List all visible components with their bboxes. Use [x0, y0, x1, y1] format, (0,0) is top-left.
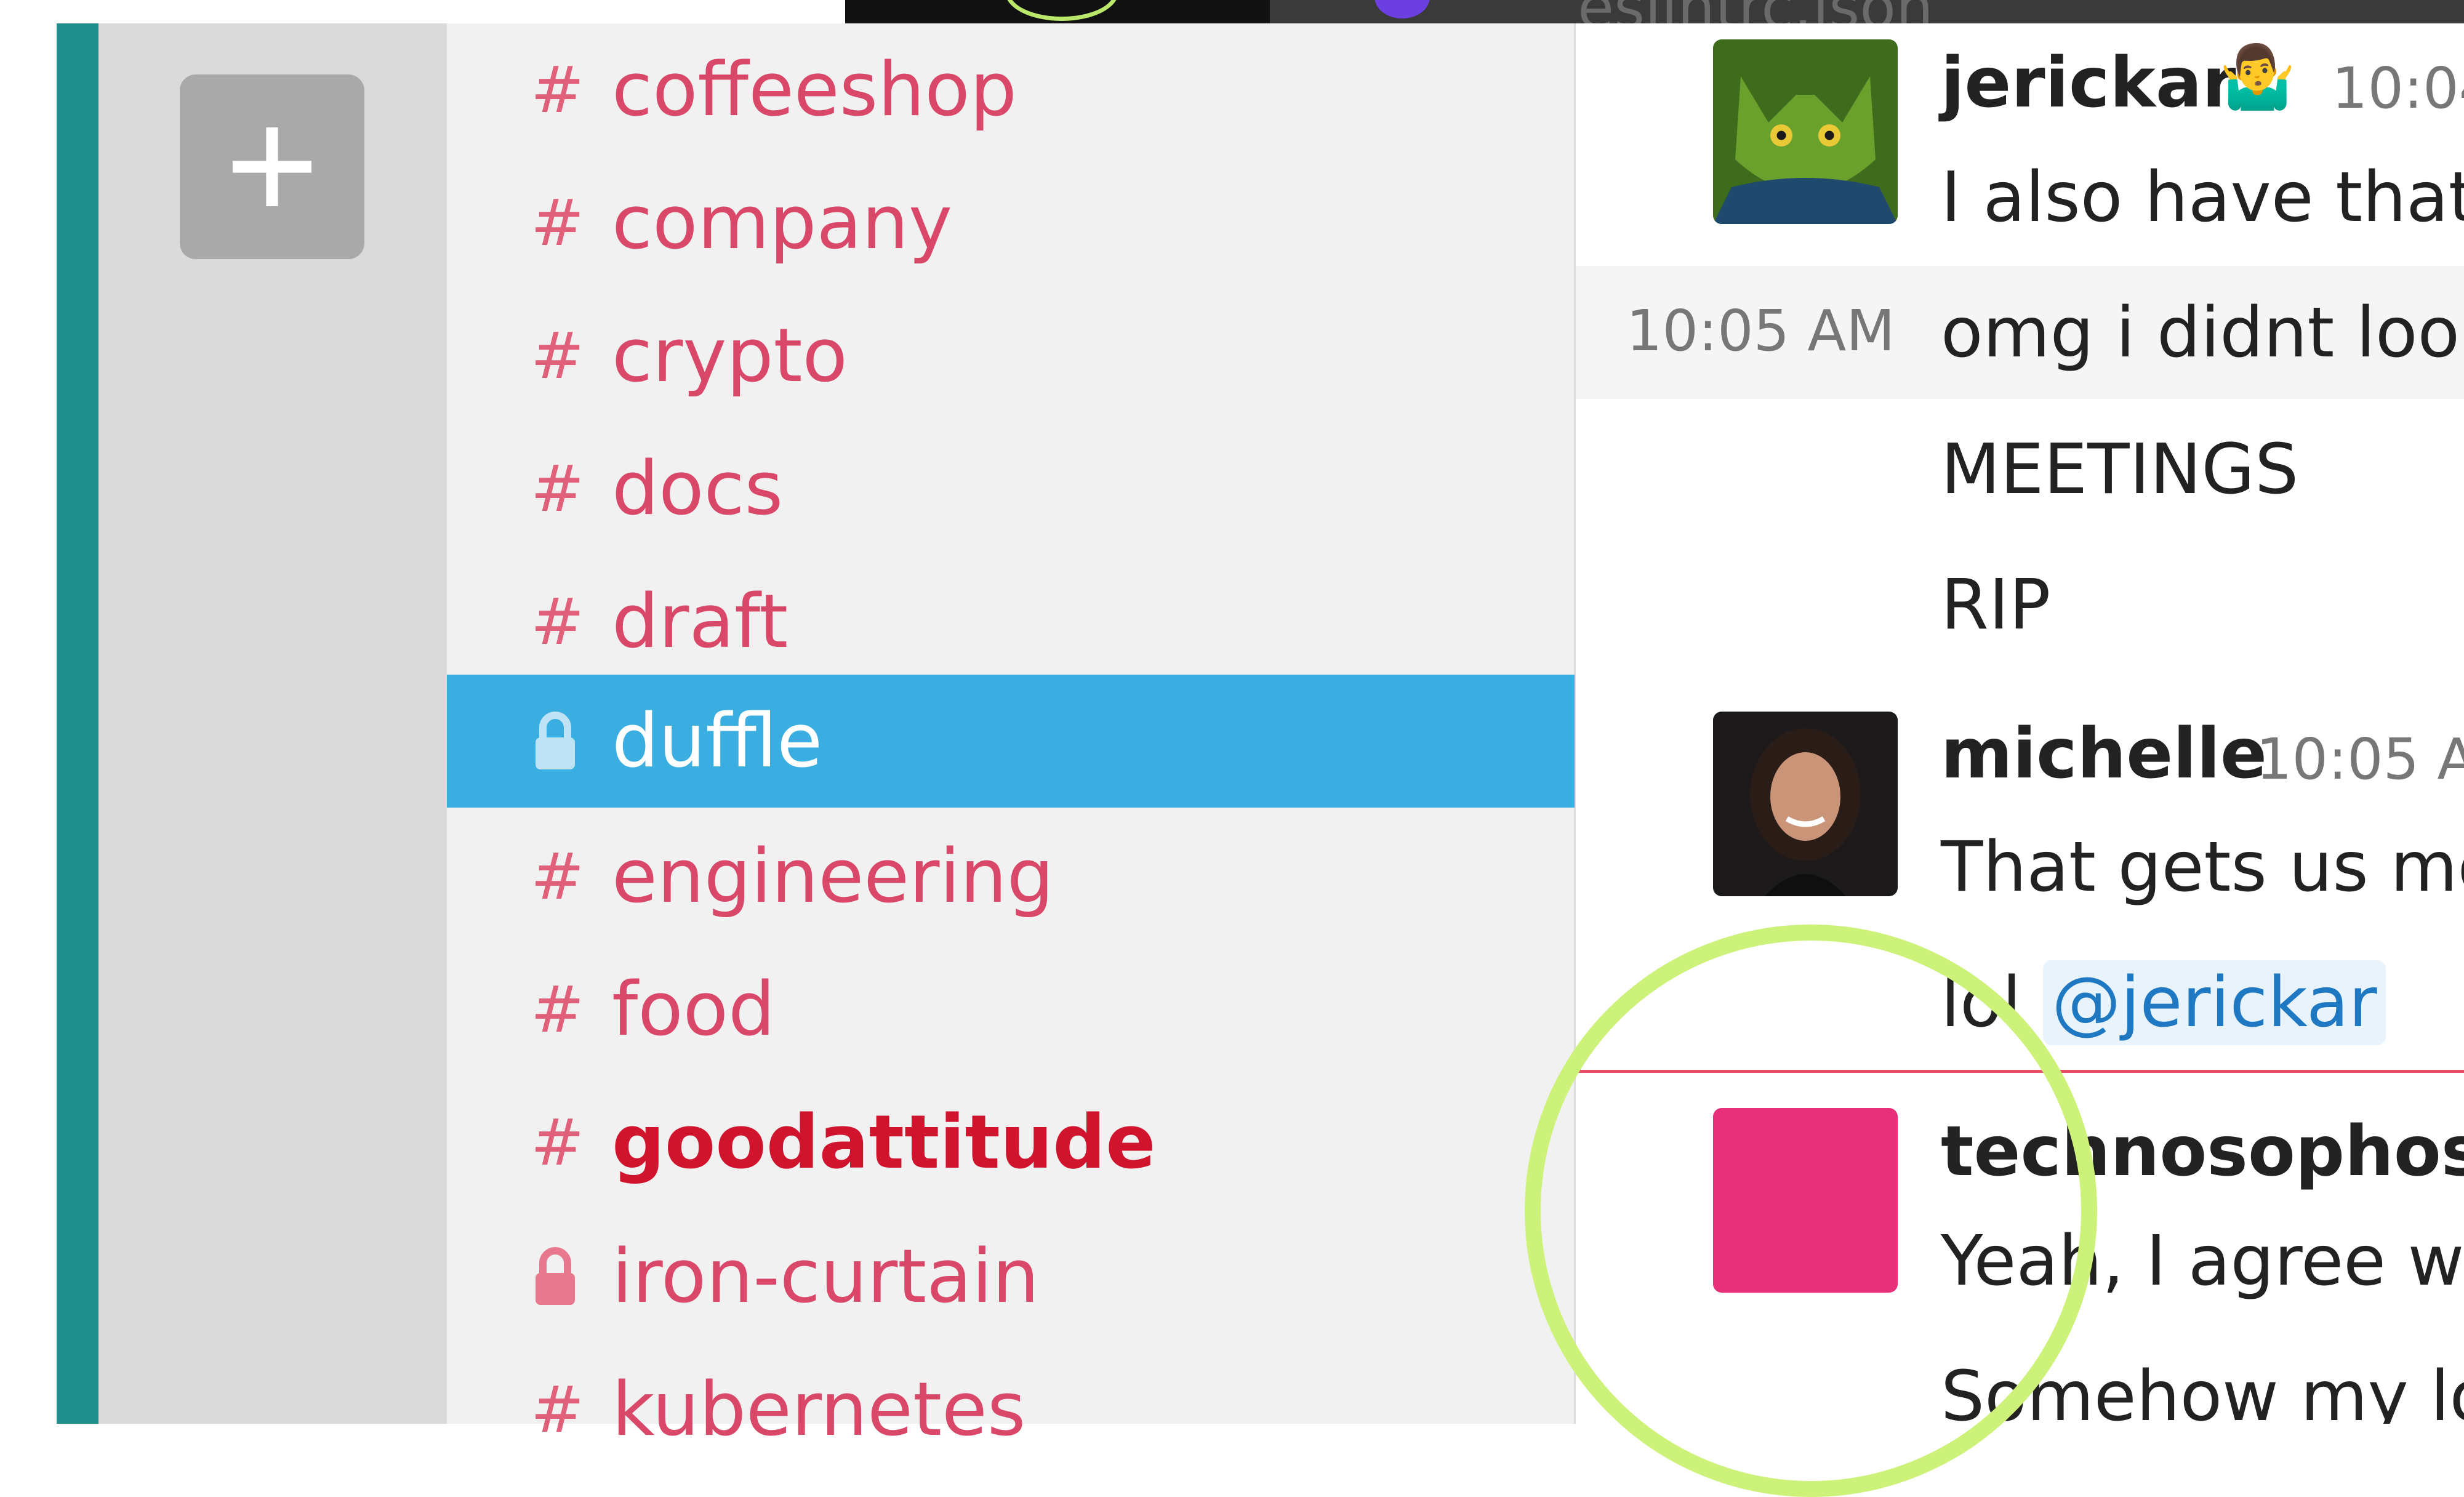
message-text: Yeah, I agree wi [1941, 1221, 2464, 1301]
message-text: RIP [1941, 565, 2051, 645]
message-text: I also have that [1941, 158, 2464, 238]
hash-icon: # [531, 52, 585, 127]
team-rail [98, 23, 447, 1424]
channel-name: duffle [612, 698, 823, 784]
channel-name: food [612, 966, 776, 1053]
channel-name: kubernetes [612, 1367, 1026, 1453]
hash-icon: # [531, 451, 585, 526]
add-team-button[interactable] [180, 74, 364, 259]
channel-item-food[interactable]: # food [447, 943, 1576, 1076]
channel-name: company [612, 180, 953, 266]
channel-item-goodattitude[interactable]: # goodattitude [447, 1076, 1576, 1209]
channel-item-kubernetes[interactable]: # kubernetes [447, 1343, 1576, 1476]
cat-avatar-image [1713, 39, 1898, 224]
hash-icon: # [531, 1372, 585, 1447]
message-text: MEETINGS [1941, 430, 2299, 510]
message-text: Somehow my lo [1941, 1357, 2464, 1424]
channel-name: coffeeshop [612, 47, 1017, 133]
avatar-technosophos[interactable] [1713, 1108, 1898, 1293]
channel-list: # coffeeshop # company # crypto # docs #… [447, 23, 1576, 1453]
channel-item-docs[interactable]: # docs [447, 422, 1576, 555]
avatar-michelle[interactable] [1713, 712, 1898, 896]
plus-icon [233, 127, 311, 206]
message-with-mention: lol @jerickar [1941, 960, 2386, 1045]
hash-icon: # [531, 1105, 585, 1180]
eslint-icon [1374, 0, 1430, 18]
photo-avatar-image [1713, 712, 1898, 896]
hash-icon: # [531, 839, 585, 914]
message-timestamp[interactable]: 10:04 [2332, 55, 2464, 121]
avatar-jerickar[interactable] [1713, 39, 1898, 224]
message-timestamp[interactable]: 10:05 AM [1626, 298, 1895, 364]
channel-name: docs [612, 446, 784, 532]
channel-item-duffle[interactable]: duffle [447, 675, 1575, 808]
new-messages-divider [1576, 1070, 2464, 1073]
message-timestamp[interactable]: 10:05 A [2256, 726, 2464, 792]
hash-icon: # [531, 318, 585, 393]
channel-name: iron-curtain [612, 1234, 1040, 1320]
hash-icon: # [531, 972, 585, 1047]
channel-name: crypto [612, 313, 848, 399]
message-pane: jerickar 🤷‍♂️ 10:04 I also have that 10:… [1576, 23, 2464, 1424]
channel-name: draft [612, 579, 789, 665]
message-text: lol [1941, 963, 2044, 1043]
username-michelle[interactable]: michelle [1941, 714, 2267, 794]
channel-item-engineering[interactable]: # engineering [447, 810, 1576, 943]
message-text: omg i didnt look [1941, 293, 2464, 373]
channel-item-draft[interactable]: # draft [447, 555, 1576, 688]
channel-name: goodattitude [612, 1099, 1156, 1186]
username-jerickar[interactable]: jerickar [1941, 43, 2236, 123]
hash-icon: # [531, 185, 585, 260]
channel-item-crypto[interactable]: # crypto [447, 289, 1576, 422]
workspace-accent-bar [57, 23, 98, 1424]
lock-icon [536, 1247, 575, 1305]
top-tab-strip: eslintrc.json [845, 0, 2464, 42]
status-emoji: 🤷‍♂️ [2219, 41, 2296, 113]
channel-item-iron-curtain[interactable]: iron-curtain [447, 1210, 1576, 1343]
username-technosophos[interactable]: technosophos [1941, 1112, 2464, 1192]
channel-name: engineering [612, 833, 1054, 920]
hash-icon: # [531, 584, 585, 659]
user-mention-link[interactable]: @jerickar [2043, 960, 2386, 1045]
channel-item-coffeeshop[interactable]: # coffeeshop [447, 23, 1576, 156]
top-strip-left [0, 0, 845, 23]
channel-item-company[interactable]: # company [447, 156, 1576, 289]
message-text: That gets us mo [1941, 827, 2464, 907]
lock-icon [536, 712, 575, 769]
